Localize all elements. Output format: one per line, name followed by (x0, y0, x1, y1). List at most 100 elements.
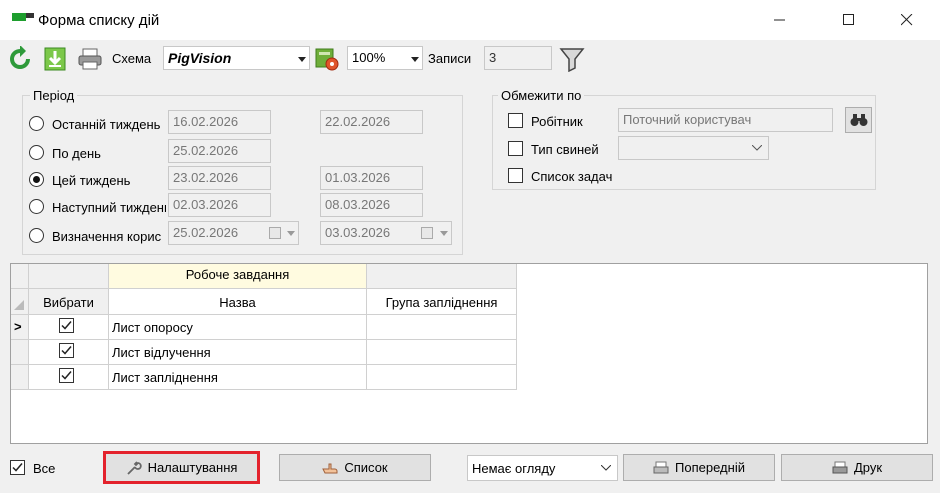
print-button[interactable]: Друк (781, 454, 933, 481)
printer-icon (78, 48, 102, 70)
label-custom: Визначення корис (52, 229, 162, 244)
hand-pointer-icon (322, 463, 338, 473)
check-icon (61, 371, 72, 380)
chevron-down-icon (752, 145, 762, 151)
label-this-week: Цей тиждень (52, 173, 131, 188)
table-row[interactable] (29, 315, 109, 340)
row-group[interactable] (367, 340, 517, 365)
row-group[interactable] (367, 365, 517, 390)
grid-corner-top (11, 264, 29, 289)
records-count: 3 (484, 46, 552, 70)
print-toolbar-button[interactable] (77, 46, 103, 75)
app-icon (12, 13, 34, 21)
settings-label: Налаштування (147, 460, 238, 475)
chevron-down-icon (440, 231, 448, 236)
calendar-icon (421, 227, 433, 239)
binoculars-icon (850, 114, 867, 126)
worker-checkbox[interactable] (508, 113, 523, 128)
tasks-grid[interactable]: Робоче завдання Вибрати Назва Група запл… (10, 263, 928, 444)
radio-custom[interactable] (29, 228, 44, 243)
custom-from-value: 25.02.2026 (173, 225, 239, 240)
col-header-name[interactable]: Назва (109, 289, 367, 315)
all-checkbox[interactable] (10, 460, 25, 475)
scheme-select[interactable]: PigVision (163, 46, 310, 70)
radio-next-week[interactable] (29, 199, 44, 214)
maximize-button[interactable] (826, 0, 872, 40)
scheme-gear-icon (315, 48, 339, 71)
radio-per-day[interactable] (29, 145, 44, 160)
pig-type-checkbox[interactable] (508, 141, 523, 156)
custom-to-value: 03.03.2026 (325, 225, 391, 240)
per-day-date: 25.02.2026 (168, 139, 271, 163)
filter-icon (559, 48, 585, 73)
worker-field: Поточний користувач (618, 108, 833, 132)
chevron-down-icon (601, 465, 611, 471)
last-week-from: 16.02.2026 (168, 110, 271, 134)
label-last-week: Останній тиждень (52, 117, 161, 132)
view-select[interactable]: Немає огляду (467, 455, 618, 481)
download-button[interactable] (42, 46, 68, 75)
label-per-day: По день (52, 146, 101, 161)
row-checkbox[interactable] (59, 318, 74, 333)
radio-this-week[interactable] (29, 172, 44, 187)
this-week-to: 01.03.2026 (320, 166, 423, 190)
minimize-icon (774, 19, 785, 21)
row-group[interactable] (367, 315, 517, 340)
scheme-settings-button[interactable] (314, 46, 340, 75)
task-list-checkbox[interactable] (508, 168, 523, 183)
row-checkbox[interactable] (59, 343, 74, 358)
list-button[interactable]: Список (279, 454, 431, 481)
settings-button[interactable]: Налаштування (103, 451, 260, 484)
grid-corner (11, 289, 29, 315)
this-week-from: 23.02.2026 (168, 166, 271, 190)
calendar-icon (269, 227, 281, 239)
band-header-work-task: Робоче завдання (109, 264, 367, 289)
worker-label: Робітник (531, 114, 583, 129)
previous-button[interactable]: Попередній (623, 454, 775, 481)
grid-band-blank (29, 264, 109, 289)
scheme-label: Схема (112, 51, 152, 66)
refresh-button[interactable] (7, 45, 33, 75)
table-row[interactable] (29, 340, 109, 365)
preview-printer-icon (653, 461, 669, 473)
minimize-button[interactable] (757, 0, 803, 40)
corner-triangle-icon (14, 300, 24, 310)
close-button[interactable] (884, 0, 930, 40)
label-next-week: Наступний тиждень (52, 200, 166, 215)
zoom-select[interactable]: 100% (347, 46, 423, 70)
check-icon (61, 346, 72, 355)
row-name[interactable]: Лист опоросу (109, 315, 367, 340)
chevron-down-icon (287, 231, 295, 236)
pig-type-select[interactable] (618, 136, 769, 160)
window-title: Форма списку дій (38, 12, 160, 29)
zoom-value: 100% (352, 50, 386, 65)
col-header-insemination-group[interactable]: Група запліднення (367, 289, 517, 315)
filter-button[interactable] (559, 46, 585, 75)
check-icon (61, 321, 72, 330)
period-title: Період (30, 88, 78, 103)
wrench-icon (126, 460, 142, 475)
row-indicator-blank (11, 365, 29, 390)
row-name[interactable]: Лист запліднення (109, 365, 367, 390)
custom-to-date[interactable]: 03.03.2026 (320, 221, 452, 245)
table-row[interactable] (29, 365, 109, 390)
row-name[interactable]: Лист відлучення (109, 340, 367, 365)
custom-from-date[interactable]: 25.02.2026 (168, 221, 299, 245)
row-checkbox[interactable] (59, 368, 74, 383)
records-label: Записи (428, 51, 472, 66)
next-week-from: 02.03.2026 (168, 193, 271, 217)
radio-last-week[interactable] (29, 116, 44, 131)
check-icon (12, 463, 23, 472)
next-week-to: 08.03.2026 (320, 193, 423, 217)
all-label: Все (33, 461, 56, 476)
restrict-title: Обмежити по (498, 88, 585, 103)
row-indicator: > (11, 315, 29, 340)
last-week-to: 22.02.2026 (320, 110, 423, 134)
worker-pick-button[interactable] (845, 107, 872, 133)
chevron-down-icon (298, 57, 306, 62)
view-value: Немає огляду (472, 461, 556, 476)
row-indicator-blank (11, 340, 29, 365)
refresh-icon (10, 45, 30, 69)
col-header-select[interactable]: Вибрати (29, 289, 109, 315)
grid-band-blank-right (367, 264, 517, 289)
